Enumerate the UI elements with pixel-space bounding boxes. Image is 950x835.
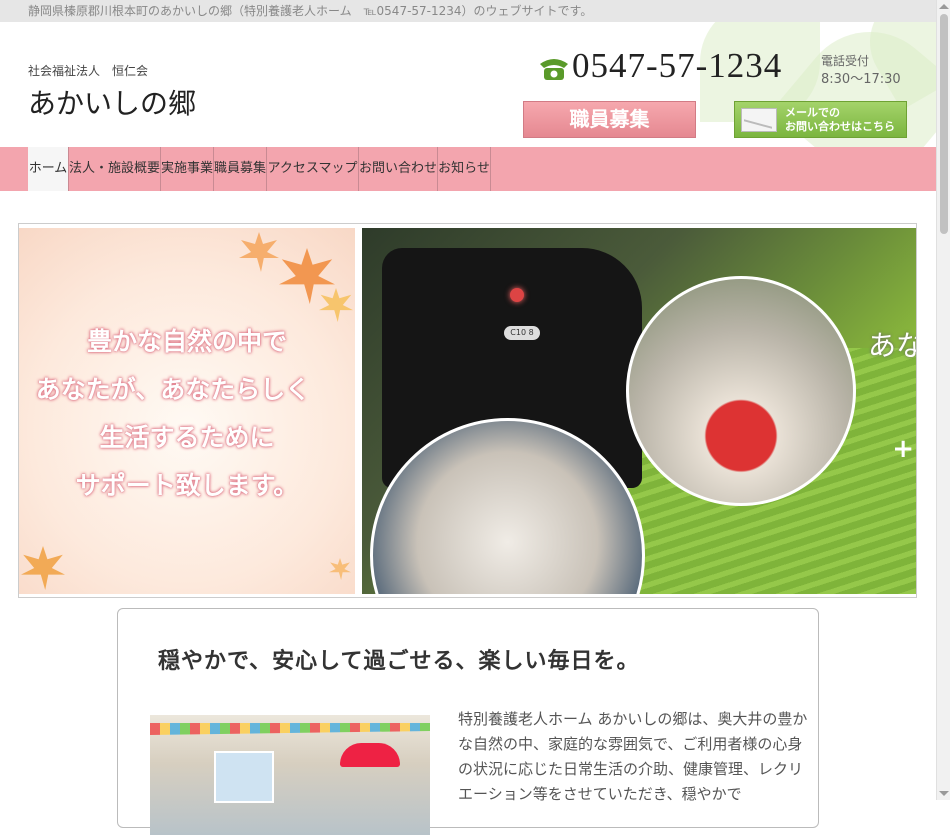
hero-photo-panel: C10 8 あな +: [362, 228, 916, 594]
nav-item-access[interactable]: アクセスマップ: [267, 147, 359, 191]
hero-slogan-line: 生活するために: [99, 423, 275, 452]
envelope-icon: [741, 107, 777, 132]
recruit-button[interactable]: 職員募集: [523, 101, 696, 138]
hero-cut-plus: +: [892, 434, 914, 464]
red-umbrella: [340, 743, 400, 767]
hero-slider[interactable]: 豊かな自然の中で あなたが、あなたらしく 生活するために サポート致します。 C…: [18, 223, 917, 598]
phone-icon: [540, 59, 568, 80]
residents-activity-photo: [626, 276, 856, 506]
maple-leaf-decoration: [319, 288, 353, 322]
top-info-bar: 静岡県榛原郡川根本町のあかいしの郷（特別養護老人ホーム ℡0547-57-123…: [0, 0, 936, 22]
phone-hours-label: 電話受付: [821, 54, 870, 68]
hero-slogan-panel: 豊かな自然の中で あなたが、あなたらしく 生活するために サポート致します。: [19, 228, 355, 594]
hero-slogan-line: サポート致します。: [75, 471, 299, 500]
nav-item-contact[interactable]: お問い合わせ: [359, 147, 438, 191]
decoration-board: [214, 751, 274, 803]
nav-item-home[interactable]: ホーム: [28, 147, 69, 191]
site-header: 社会福祉法人 恒仁会 あかいしの郷 0547-57-1234 電話受付 8:30…: [0, 22, 936, 147]
maple-leaf-decoration: [239, 232, 279, 272]
phone-number[interactable]: 0547-57-1234: [572, 46, 782, 86]
nav-item-about[interactable]: 法人・施設概要: [69, 147, 161, 191]
hero-slogan-line: あなたが、あなたらしく: [35, 375, 311, 404]
maple-leaf-decoration: [329, 558, 351, 580]
event-photo: [150, 715, 430, 835]
intro-body: 特別養護老人ホーム あかいしの郷は、奥大井の豊かな自然の中、家庭的な雰囲気で、ご…: [458, 710, 808, 803]
main-nav: ホーム 法人・施設概要 実施事業 職員募集 アクセスマップ お問い合わせ お知ら…: [0, 147, 936, 191]
scroll-up-arrow-icon[interactable]: [939, 4, 949, 9]
scrollbar-thumb[interactable]: [940, 14, 948, 234]
hero-cut-text: あな: [867, 329, 916, 362]
mail-contact-button[interactable]: メールでの お問い合わせはこちら: [734, 101, 907, 138]
maple-leaf-decoration: [279, 248, 335, 304]
nav-item-news[interactable]: お知らせ: [438, 147, 491, 191]
garland-decoration: [150, 723, 430, 735]
vertical-scrollbar[interactable]: [936, 0, 950, 800]
locomotive-headlight: [510, 288, 524, 302]
scroll-down-arrow-icon[interactable]: [939, 791, 949, 796]
corporation-name: 社会福祉法人 恒仁会: [28, 64, 149, 78]
nav-item-recruit[interactable]: 職員募集: [214, 147, 267, 191]
phone-hours: 8:30〜17:30: [821, 72, 901, 87]
mail-contact-label: メールでの お問い合わせはこちら: [785, 105, 895, 133]
site-title[interactable]: あかいしの郷: [28, 82, 196, 122]
hero-slogan: 豊かな自然の中で あなたが、あなたらしく 生活するために サポート致します。: [19, 318, 355, 510]
top-info-text: 静岡県榛原郡川根本町のあかいしの郷（特別養護老人ホーム ℡0547-57-123…: [28, 4, 593, 18]
nav-item-services[interactable]: 実施事業: [161, 147, 214, 191]
intro-section: 穏やかで、安心して過ごせる、楽しい毎日を。 特別養護老人ホーム あかいしの郷は、…: [117, 608, 819, 835]
hero-slogan-line: 豊かな自然の中で: [86, 327, 287, 356]
maple-leaf-decoration: [21, 546, 65, 590]
locomotive-number-plate: C10 8: [504, 326, 540, 340]
intro-heading: 穏やかで、安心して過ごせる、楽しい毎日を。: [158, 649, 640, 674]
